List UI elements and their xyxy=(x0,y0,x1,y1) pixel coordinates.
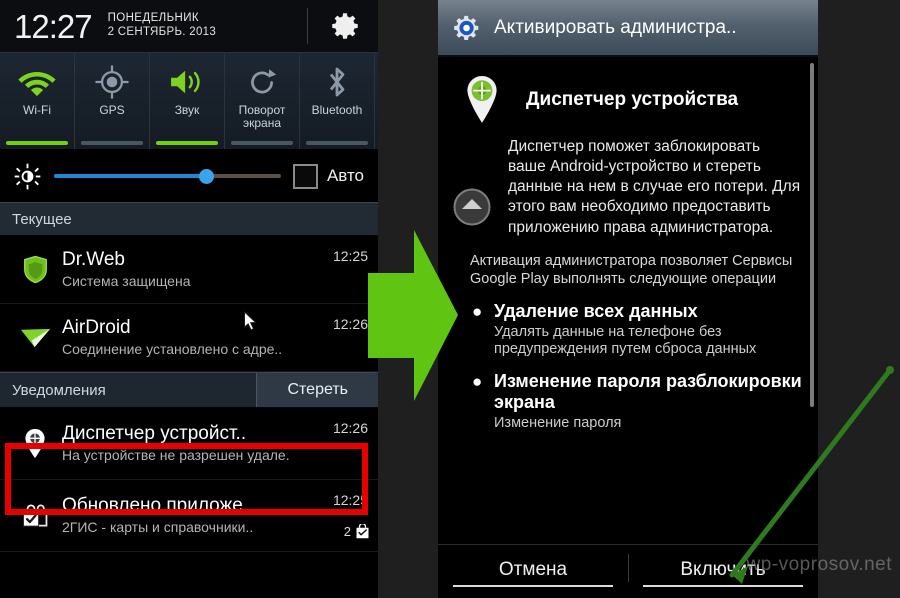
permission-detail: Удалять данные на телефоне без предупреж… xyxy=(494,323,757,358)
quick-settings-toggles: Wi-Fi GPS Звук Поворот экрана Bluetooth xyxy=(0,53,378,150)
admin-lead-text: Активация администратора позволяет Серви… xyxy=(470,252,793,288)
watermark: wp-voprosov.net xyxy=(746,554,892,575)
clear-notifications-button[interactable]: Стереть xyxy=(256,373,378,407)
status-bar-weekday: ПОНЕДЕЛЬНИК xyxy=(107,12,200,25)
notification-subtitle: На устройстве не разрешен удале. xyxy=(62,447,290,464)
toggle-bluetooth[interactable]: Bluetooth xyxy=(300,53,375,149)
section-header-notifications: Уведомления Стереть xyxy=(0,372,378,408)
notification-row-airdroid[interactable]: AirDroid Соединение установлено с адре..… xyxy=(0,304,378,372)
permission-title: Удаление всех данных xyxy=(494,300,698,321)
admin-app-name: Диспетчер устройства xyxy=(526,89,739,110)
bluetooth-icon xyxy=(323,61,351,103)
toggle-label-screen-rotation: Поворот экрана xyxy=(238,103,286,130)
toggle-label-sound: Звук xyxy=(174,103,200,117)
ongoing-header-label: Текущее xyxy=(12,210,72,228)
wifi-icon xyxy=(17,61,57,103)
button-underline xyxy=(453,584,613,587)
notification-text: Dr.Web Система защищена xyxy=(62,249,370,290)
notification-text: AirDroid Соединение установлено с адре.. xyxy=(62,317,370,358)
toggle-label-wifi: Wi-Fi xyxy=(23,103,51,117)
scrollbar[interactable] xyxy=(810,63,814,407)
blue-gear-icon xyxy=(452,13,482,43)
green-location-pin-icon xyxy=(462,75,504,125)
toggle-underline xyxy=(156,141,218,145)
toggle-underline xyxy=(81,141,143,145)
toggle-underline xyxy=(6,141,68,145)
toggle-gps[interactable]: GPS xyxy=(75,53,150,149)
screenshot-root: 12:27 ПОНЕДЕЛЬНИК 2 СЕНТЯБРЬ. 2013 Wi-Fi… xyxy=(0,0,900,598)
status-bar-clock: 12:27 xyxy=(14,7,93,45)
bullet-dot-icon: ● xyxy=(472,301,483,321)
notifications-header-label: Уведомления xyxy=(12,381,106,399)
notification-time: 12:25 xyxy=(332,492,368,508)
notification-text: Диспетчер устройст.. На устройстве не ра… xyxy=(62,423,370,464)
notification-row-drweb[interactable]: Dr.Web Система защищена 12:25 xyxy=(0,236,378,304)
shopping-bag-check-icon xyxy=(8,502,62,529)
toggle-label-bluetooth: Bluetooth xyxy=(311,103,363,117)
slider-fill xyxy=(54,174,207,178)
notification-shade-panel: 12:27 ПОНЕДЕЛЬНИК 2 СЕНТЯБРЬ. 2013 Wi-Fi… xyxy=(0,0,378,598)
status-bar-divider xyxy=(307,8,308,44)
notification-row-app-updated[interactable]: Обновлено приложе.. 2ГИС - карты и справ… xyxy=(0,480,378,552)
brightness-icon xyxy=(10,163,44,190)
permission-item: ● Удаление всех данных Удалять данные на… xyxy=(472,301,808,359)
notification-title: Dr.Web xyxy=(62,248,126,270)
dialog-title-text: Активировать администра.. xyxy=(494,16,737,38)
notification-title: Диспетчер устройст.. xyxy=(62,422,247,444)
brightness-slider[interactable] xyxy=(54,166,281,186)
location-pin-icon xyxy=(8,428,62,459)
cancel-button-label: Отмена xyxy=(498,558,568,580)
auto-brightness-label: Авто xyxy=(326,166,364,185)
status-bar-date: 2 СЕНТЯБРЬ. 2013 xyxy=(107,26,217,38)
status-bar: 12:27 ПОНЕДЕЛЬНИК 2 СЕНТЯБРЬ. 2013 xyxy=(0,0,378,53)
green-right-arrow-icon xyxy=(368,230,458,401)
toggle-screen-rotation[interactable]: Поворот экрана xyxy=(225,53,300,149)
status-bar-date-block: ПОНЕДЕЛЬНИК 2 СЕНТЯБРЬ. 2013 xyxy=(108,12,217,39)
rotate-icon xyxy=(247,61,278,103)
admin-description-text: Диспетчер поможет заблокировать ваше And… xyxy=(508,138,801,236)
notification-subtitle: 2ГИС - карты и справочники.. xyxy=(62,519,254,536)
drweb-shield-icon xyxy=(8,255,62,284)
notification-row-device-manager[interactable]: Диспетчер устройст.. На устройстве не ра… xyxy=(0,408,378,480)
toggle-wifi[interactable]: Wi-Fi xyxy=(0,53,75,149)
notification-subtitle: Система защищена xyxy=(62,273,191,290)
sound-icon xyxy=(168,61,206,103)
gear-icon[interactable] xyxy=(328,9,362,43)
admin-description-row: Диспетчер поможет заблокировать ваше And… xyxy=(438,133,818,238)
section-header-ongoing: Текущее xyxy=(0,202,378,236)
cancel-button[interactable]: Отмена xyxy=(438,558,628,587)
airdroid-icon xyxy=(8,327,62,349)
notification-badge: 2 xyxy=(344,524,370,539)
toggle-label-gps: GPS xyxy=(99,103,125,117)
notification-subtitle: Соединение установлено с адре.. xyxy=(62,341,283,358)
slider-knob[interactable] xyxy=(199,168,215,184)
toggle-underline xyxy=(306,141,368,145)
brightness-row: Авто xyxy=(0,150,378,202)
gps-icon xyxy=(95,61,129,103)
toggle-sound[interactable]: Звук xyxy=(150,53,225,149)
notification-title: AirDroid xyxy=(62,316,131,338)
notification-title: Обновлено приложе.. xyxy=(62,494,254,516)
up-chevron-circle-icon[interactable] xyxy=(450,185,494,229)
notification-text: Обновлено приложе.. 2ГИС - карты и справ… xyxy=(62,495,370,536)
bag-check-icon xyxy=(356,524,369,539)
toggle-underline xyxy=(231,141,293,145)
bullet-dot-icon: ● xyxy=(472,371,483,391)
admin-app-header: Диспетчер устройства xyxy=(438,57,818,133)
notification-time: 12:26 xyxy=(332,420,368,436)
notification-badge-count: 2 xyxy=(343,524,351,539)
auto-brightness-checkbox[interactable] xyxy=(292,163,318,189)
dialog-title-bar: Активировать администра.. xyxy=(438,0,818,57)
